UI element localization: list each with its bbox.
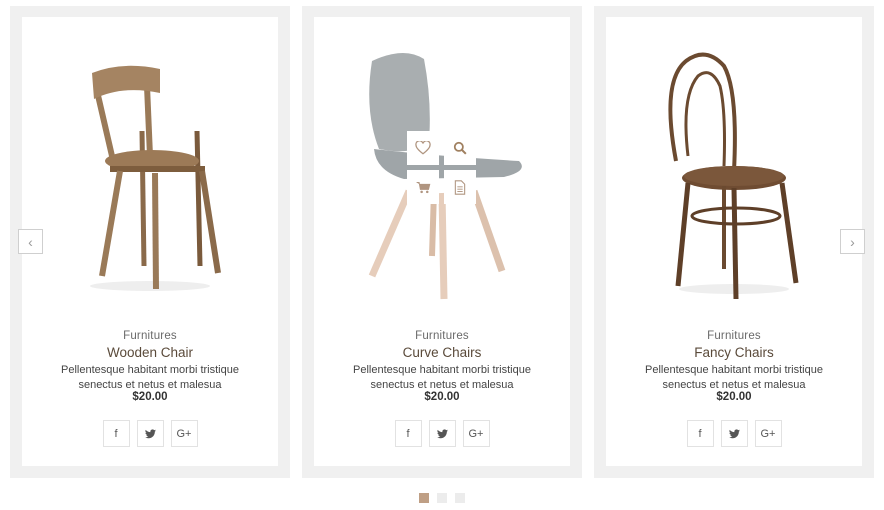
chevron-right-icon: › bbox=[850, 233, 855, 250]
carousel-next-button[interactable]: › bbox=[840, 229, 865, 254]
carousel-dot-1[interactable] bbox=[419, 493, 429, 503]
twitter-icon bbox=[728, 428, 740, 438]
carousel-dot-2[interactable] bbox=[437, 493, 447, 503]
product-price: $20.00 bbox=[132, 391, 168, 403]
facebook-share-button[interactable]: f bbox=[686, 420, 714, 447]
product-description: Pellentesque habitant morbi tristique se… bbox=[645, 364, 823, 391]
google-plus-share-button[interactable]: G+ bbox=[170, 420, 198, 447]
twitter-share-button[interactable] bbox=[428, 420, 456, 447]
carousel-pagination bbox=[419, 493, 465, 503]
product-title[interactable]: Wooden Chair bbox=[22, 345, 278, 360]
twitter-icon bbox=[436, 428, 448, 438]
wishlist-button[interactable] bbox=[407, 131, 439, 165]
social-share-group: f G+ bbox=[314, 420, 570, 447]
social-share-group: f G+ bbox=[606, 420, 862, 447]
wooden-chair-image[interactable] bbox=[22, 31, 278, 311]
product-price: $20.00 bbox=[716, 391, 752, 403]
add-to-cart-button[interactable] bbox=[407, 170, 439, 204]
twitter-icon bbox=[144, 428, 156, 438]
twitter-share-button[interactable] bbox=[720, 420, 748, 447]
compare-button[interactable] bbox=[444, 170, 476, 204]
magnifier-icon bbox=[453, 141, 467, 155]
product-title[interactable]: Fancy Chairs bbox=[606, 345, 862, 360]
document-icon bbox=[454, 179, 466, 195]
facebook-icon: f bbox=[406, 427, 410, 440]
facebook-icon: f bbox=[114, 427, 118, 440]
product-category: Furnitures bbox=[123, 330, 177, 342]
google-plus-icon: G+ bbox=[468, 427, 484, 440]
heart-icon bbox=[415, 141, 431, 155]
product-title[interactable]: Curve Chairs bbox=[314, 345, 570, 360]
cart-icon bbox=[416, 181, 430, 193]
google-plus-share-button[interactable]: G+ bbox=[754, 420, 782, 447]
product-card-inner: Furnitures Wooden Chair Pellentesque hab… bbox=[22, 17, 278, 466]
facebook-share-button[interactable]: f bbox=[394, 420, 422, 447]
carousel-dot-3[interactable] bbox=[455, 493, 465, 503]
fancy-chair-image[interactable] bbox=[606, 31, 862, 311]
google-plus-icon: G+ bbox=[176, 427, 192, 440]
product-description: Pellentesque habitant morbi tristique se… bbox=[61, 364, 239, 391]
product-card-inner: Furnitures Curve Chairs Pellentesque hab… bbox=[314, 17, 570, 466]
product-card: Furnitures Curve Chairs Pellentesque hab… bbox=[302, 6, 582, 478]
product-card-inner: Furnitures Fancy Chairs Pellentesque hab… bbox=[606, 17, 862, 466]
google-plus-share-button[interactable]: G+ bbox=[462, 420, 490, 447]
product-quick-actions bbox=[407, 131, 477, 207]
carousel-prev-button[interactable]: ‹ bbox=[18, 229, 43, 254]
product-category: Furnitures bbox=[415, 330, 469, 342]
facebook-icon: f bbox=[698, 427, 702, 440]
chevron-left-icon: ‹ bbox=[28, 233, 33, 250]
social-share-group: f G+ bbox=[22, 420, 278, 447]
quick-view-button[interactable] bbox=[444, 131, 476, 165]
product-card: Furnitures Wooden Chair Pellentesque hab… bbox=[10, 6, 290, 478]
product-card: Furnitures Fancy Chairs Pellentesque hab… bbox=[594, 6, 874, 478]
twitter-share-button[interactable] bbox=[136, 420, 164, 447]
product-description: Pellentesque habitant morbi tristique se… bbox=[353, 364, 531, 391]
google-plus-icon: G+ bbox=[760, 427, 776, 440]
product-category: Furnitures bbox=[707, 330, 761, 342]
facebook-share-button[interactable]: f bbox=[102, 420, 130, 447]
product-price: $20.00 bbox=[424, 391, 460, 403]
